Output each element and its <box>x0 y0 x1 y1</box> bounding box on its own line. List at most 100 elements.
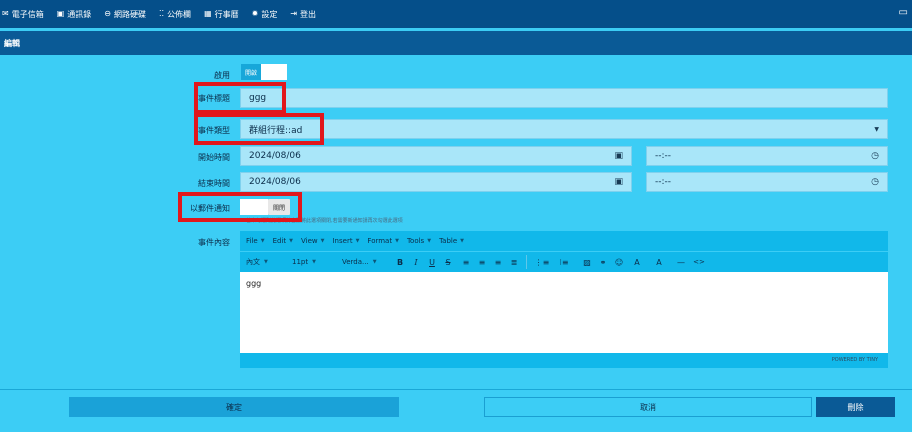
section-header: 編輯 <box>0 31 912 55</box>
menu-label: View <box>301 237 318 245</box>
block-format-value: 內文 <box>246 258 260 266</box>
content-label: 事件內容 <box>198 238 230 247</box>
caret-icon: ▼ <box>312 259 316 265</box>
calendar-picker-icon[interactable]: ▣ <box>614 177 623 187</box>
nav-item-label: 設定 <box>261 9 278 19</box>
menu-label: Insert <box>332 237 353 245</box>
align-center-icon[interactable]: ≡ <box>474 258 490 267</box>
toggle-knob <box>261 64 288 80</box>
gear-icon: ✹ <box>251 9 259 18</box>
horizontal-line-icon[interactable]: — <box>671 258 691 267</box>
menu-table[interactable]: Table ▼ <box>439 237 464 245</box>
mail-icon: ✉ <box>2 9 9 18</box>
logout-icon: ⇥ <box>290 9 298 18</box>
divider <box>0 389 912 390</box>
caret-icon: ▼ <box>372 259 377 265</box>
link-icon[interactable]: ⚭ <box>595 258 611 267</box>
menu-tools[interactable]: Tools ▼ <box>407 237 431 245</box>
menu-edit[interactable]: Edit ▼ <box>273 237 293 245</box>
text-color-icon[interactable]: A <box>627 258 647 267</box>
start-date-value: 2024/08/06 <box>249 151 301 161</box>
title-input[interactable]: ggg <box>240 88 888 108</box>
block-format-select[interactable]: 內文 ▼ <box>246 257 288 267</box>
font-size-select[interactable]: 11pt ▼ <box>292 258 336 266</box>
menu-label: Edit <box>272 237 287 245</box>
caret-icon: ▼ <box>355 238 360 244</box>
nav-item-bulletin[interactable]: ⁚⁚ 公佈欄 <box>159 9 191 20</box>
menu-label: Format <box>367 237 393 245</box>
start-time-input[interactable]: --:-- ◷ <box>646 146 888 166</box>
end-date-value: 2024/08/06 <box>249 177 301 187</box>
menu-file[interactable]: File ▼ <box>246 237 265 245</box>
menu-label: Tools <box>406 237 425 245</box>
end-label: 結束時間 <box>198 179 230 188</box>
nav-item-calendar[interactable]: ▦ 行事曆 <box>204 9 239 20</box>
end-time-input[interactable]: --:-- ◷ <box>646 172 888 192</box>
bulletin-icon: ⁚⁚ <box>158 9 165 18</box>
nav-item-logout[interactable]: ⇥ 登出 <box>290 9 316 20</box>
rich-text-editor: File ▼ Edit ▼ View ▼ Insert ▼ Format ▼ Tools ▼… <box>240 231 888 368</box>
contacts-icon: ▣ <box>56 9 65 18</box>
toggle-on-label: 開啟 <box>241 64 262 80</box>
caret-icon: ▼ <box>260 238 265 244</box>
background-color-icon[interactable]: A <box>647 258 671 267</box>
clock-icon[interactable]: ◷ <box>871 151 879 161</box>
start-date-input[interactable]: 2024/08/06 ▣ <box>240 146 632 166</box>
align-left-icon[interactable]: ≡ <box>458 258 474 267</box>
confirm-button[interactable]: 確定 <box>69 397 399 417</box>
bold-icon[interactable]: B <box>392 258 408 267</box>
align-justify-icon[interactable]: ≣ <box>506 258 522 267</box>
editor-text: ggg <box>246 279 262 288</box>
menu-format[interactable]: Format ▼ <box>367 237 399 245</box>
strikethrough-icon[interactable]: S <box>440 258 456 267</box>
menu-label: Table <box>439 237 458 245</box>
top-nav-bar: ✉ 電子信箱 ▣ 通訊錄 ⊖ 網路硬碟 ⁚⁚ 公佈欄 ▦ 行事曆 ✹ 設定 ⇥ … <box>0 0 912 28</box>
nav-item-label: 網路硬碟 <box>113 9 146 19</box>
editor-menubar: File ▼ Edit ▼ View ▼ Insert ▼ Format ▼ Tools ▼… <box>240 231 888 251</box>
italic-icon[interactable]: I <box>408 258 424 267</box>
menu-insert[interactable]: Insert ▼ <box>332 237 359 245</box>
end-time-value: --:-- <box>655 177 672 187</box>
start-label: 開始時間 <box>198 153 230 162</box>
menu-view[interactable]: View ▼ <box>301 237 324 245</box>
delete-button[interactable]: 刪除 <box>816 397 895 417</box>
nav-item-label: 登出 <box>300 9 317 19</box>
enable-toggle[interactable]: 開啟 <box>241 64 288 80</box>
nav-item-settings[interactable]: ✹ 設定 <box>252 9 278 20</box>
font-family-select[interactable]: Verda... ▼ <box>342 258 388 266</box>
caret-icon: ▼ <box>460 238 465 244</box>
editor-statusbar: POWERED BY TINY <box>240 353 888 368</box>
image-icon[interactable]: ▨ <box>579 258 595 267</box>
font-family-value: Verda... <box>342 258 369 266</box>
source-code-icon[interactable]: <> <box>691 258 707 266</box>
start-time-value: --:-- <box>655 151 672 161</box>
highlight-box <box>194 113 324 145</box>
editor-content[interactable]: ggg <box>240 272 888 353</box>
nav-item-mail[interactable]: ✉ 電子信箱 <box>2 9 44 20</box>
end-date-input[interactable]: 2024/08/06 ▣ <box>240 172 632 192</box>
caret-icon: ▼ <box>264 259 268 265</box>
caret-icon: ▼ <box>395 238 399 244</box>
caret-icon: ▼ <box>427 238 432 244</box>
numbered-list-icon[interactable]: ⋮≡ <box>531 258 553 267</box>
bullet-list-icon[interactable]: ⁝≡ <box>553 258 575 267</box>
clock-icon[interactable]: ◷ <box>871 177 879 187</box>
cancel-button[interactable]: 取消 <box>484 397 812 417</box>
enable-label: 啟用 <box>214 71 230 80</box>
monitor-icon[interactable]: ▭ <box>899 7 908 18</box>
menu-label: File <box>246 237 258 245</box>
nav-item-label: 通訊錄 <box>67 9 92 19</box>
nav-item-contacts[interactable]: ▣ 通訊錄 <box>57 9 92 20</box>
type-select[interactable]: 群組行程::ad ▼ <box>240 119 888 139</box>
emoji-icon[interactable]: ☺ <box>611 258 627 267</box>
font-size-value: 11pt <box>292 258 309 266</box>
underline-icon[interactable]: U <box>424 258 440 267</box>
highlight-box <box>178 192 302 222</box>
chevron-down-icon: ▼ <box>874 126 879 133</box>
editor-toolbar: 內文 ▼ 11pt ▼ Verda... ▼ B I U S ≡ ≡ ≡ ≣ ⋮≡ ⁝… <box>240 252 888 272</box>
divider <box>526 255 527 269</box>
align-right-icon[interactable]: ≡ <box>490 258 506 267</box>
calendar-picker-icon[interactable]: ▣ <box>614 151 623 161</box>
caret-icon: ▼ <box>289 238 293 244</box>
nav-item-drive[interactable]: ⊖ 網路硬碟 <box>104 9 146 20</box>
